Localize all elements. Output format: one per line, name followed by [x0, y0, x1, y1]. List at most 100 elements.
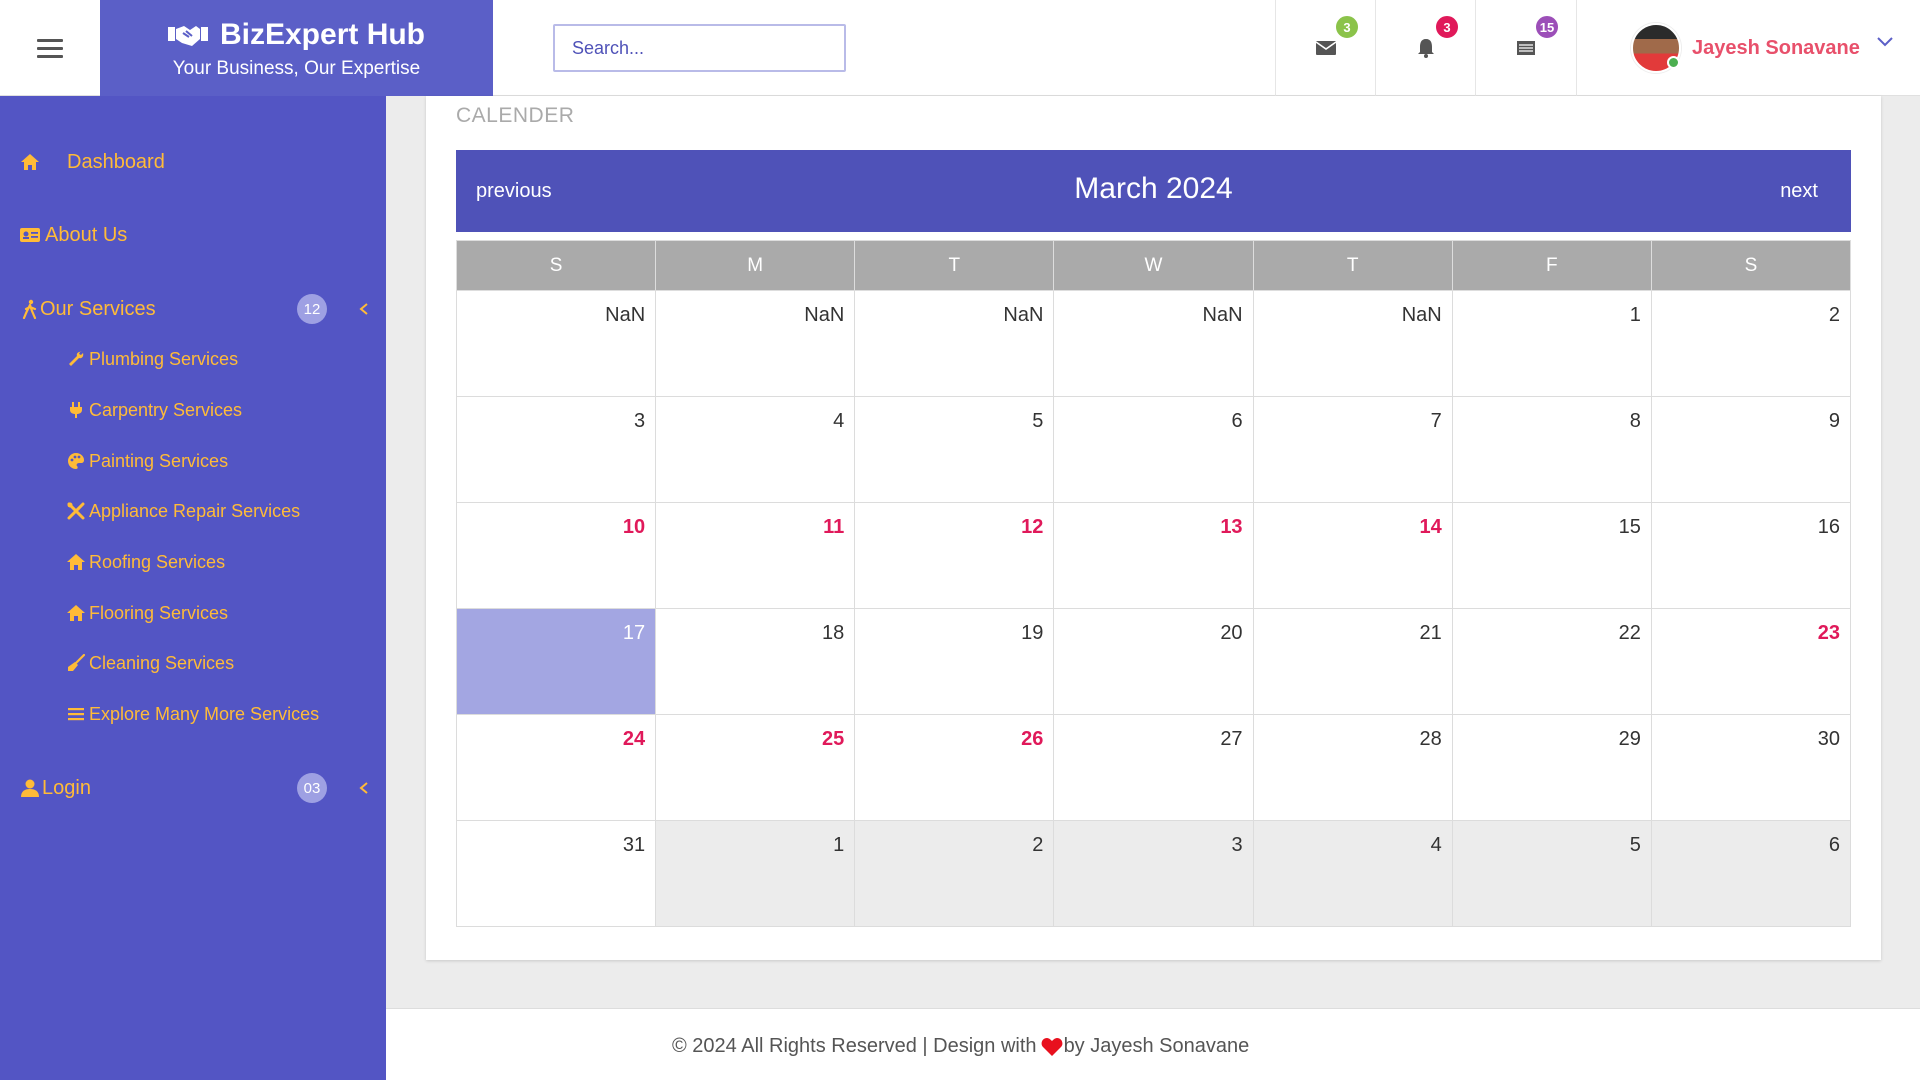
calendar-day[interactable]: 15 [1451, 502, 1652, 609]
chevron-left-icon[interactable] [358, 781, 370, 795]
sidebar: Dashboard About Us Our Services 12 Plumb… [0, 96, 386, 1080]
calendar-day[interactable]: 4 [655, 396, 856, 503]
calendar-day-other-month[interactable]: 5 [1451, 820, 1652, 927]
sidebar-item-flooring[interactable]: Flooring Services [66, 598, 228, 628]
calendar-day[interactable]: 5 [854, 396, 1055, 503]
calendar-day-other-month[interactable]: 4 [1252, 820, 1453, 927]
calendar-day[interactable]: 22 [1451, 608, 1652, 715]
notifications-badge: 3 [1434, 14, 1460, 40]
sidebar-item-label: Dashboard [67, 150, 165, 173]
calendar-day[interactable]: 9 [1650, 396, 1852, 503]
month-label: March 2024 [1074, 172, 1233, 205]
sidebar-item-more-services[interactable]: Explore Many More Services [66, 699, 319, 729]
sidebar-item-carpentry[interactable]: Carpentry Services [66, 395, 242, 425]
brand-title: BizExpert Hub [219, 18, 426, 51]
calendar-day[interactable]: 3 [455, 396, 657, 503]
sidebar-item-painting[interactable]: Painting Services [66, 446, 228, 476]
calendar-day-other-month[interactable]: 3 [1053, 820, 1254, 927]
calendar-day[interactable]: 21 [1252, 608, 1453, 715]
weekday-header: W [1053, 240, 1254, 291]
wrench-icon [66, 350, 86, 368]
calendar-day[interactable]: NaN [1252, 290, 1453, 397]
messages-badge: 3 [1334, 14, 1360, 40]
calendar-day[interactable]: 1 [1451, 290, 1652, 397]
footer-text: © 2024 All Rights Reserved | Design with… [672, 1035, 1249, 1058]
handshake-icon [167, 26, 208, 46]
sidebar-item-dashboard[interactable]: Dashboard [0, 140, 386, 184]
calendar-day[interactable]: 30 [1650, 714, 1852, 821]
services-count-badge: 12 [297, 294, 327, 324]
sidebar-item-roofing[interactable]: Roofing Services [66, 547, 225, 577]
notifications-button[interactable]: 3 [1375, 0, 1475, 96]
calendar-day[interactable]: 31 [455, 820, 657, 927]
brand-block[interactable]: BizExpert Hub Your Business, Our Experti… [100, 0, 493, 96]
search-input[interactable] [553, 24, 846, 72]
calendar-header: previous March 2024 next [456, 150, 1851, 232]
calendar-day[interactable]: 26 [854, 714, 1055, 821]
calendar-day[interactable]: 10 [455, 502, 657, 609]
calendar-day[interactable]: 19 [854, 608, 1055, 715]
calendar-day[interactable]: 2 [1650, 290, 1852, 397]
sidebar-item-plumbing[interactable]: Plumbing Services [66, 344, 238, 374]
palette-icon [66, 452, 86, 470]
footer-credit: by Jayesh Sonavane [1063, 1035, 1250, 1057]
calendar-day[interactable]: NaN [1053, 290, 1254, 397]
envelope-icon [1315, 41, 1336, 55]
calendar-day-today[interactable]: 17 [455, 608, 657, 715]
calendar-day[interactable]: NaN [655, 290, 856, 397]
calendar-day[interactable]: 27 [1053, 714, 1254, 821]
person-walking-icon [18, 298, 42, 320]
calendar-week-row: 3456789 [455, 396, 1852, 503]
calendar-day[interactable]: 6 [1053, 396, 1254, 503]
top-header: BizExpert Hub Your Business, Our Experti… [0, 0, 1920, 96]
calendar-day[interactable]: 25 [655, 714, 856, 821]
sidebar-item-about[interactable]: About Us [0, 213, 386, 257]
heart-icon [1041, 1037, 1062, 1056]
user-name: Jayesh Sonavane [1692, 36, 1860, 59]
sidebar-item-services[interactable]: Our Services 12 [0, 287, 386, 331]
sidebar-item-label: Painting Services [89, 450, 229, 471]
sidebar-item-cleaning[interactable]: Cleaning Services [66, 648, 234, 678]
sidebar-item-appliance[interactable]: Appliance Repair Services [66, 496, 300, 526]
calendar-day[interactable]: 20 [1053, 608, 1254, 715]
home-icon [18, 151, 42, 173]
tasks-badge: 15 [1534, 14, 1560, 40]
sidebar-item-login[interactable]: Login 03 [0, 766, 386, 810]
calendar-day[interactable]: 24 [455, 714, 657, 821]
weekday-row: SMTWTFS [455, 240, 1852, 291]
calendar-day-other-month[interactable]: 2 [854, 820, 1055, 927]
plug-icon [66, 401, 86, 419]
calendar-day[interactable]: 11 [655, 502, 856, 609]
sidebar-item-label: Cleaning Services [89, 652, 235, 673]
messages-button[interactable]: 3 [1275, 0, 1375, 96]
calendar-day[interactable]: 29 [1451, 714, 1652, 821]
calendar-day[interactable]: NaN [854, 290, 1055, 397]
sidebar-item-label: Explore Many More Services [89, 703, 320, 724]
calendar-day[interactable]: 8 [1451, 396, 1652, 503]
tasks-button[interactable]: 15 [1475, 0, 1575, 96]
calendar-day[interactable]: 23 [1650, 608, 1852, 715]
id-card-icon [18, 224, 42, 246]
calendar-day[interactable]: NaN [455, 290, 657, 397]
calendar-day[interactable]: 18 [655, 608, 856, 715]
user-menu[interactable]: Jayesh Sonavane [1576, 0, 1920, 96]
calendar-day[interactable]: 14 [1252, 502, 1453, 609]
hamburger-icon [37, 34, 63, 63]
weekday-header: S [1650, 240, 1852, 291]
calendar-day[interactable]: 28 [1252, 714, 1453, 821]
sidebar-item-label: Appliance Repair Services [89, 500, 301, 521]
sidebar-item-label: Login [42, 776, 91, 799]
calendar-week-row: NaN NaN NaN NaN NaN 1 2 [455, 290, 1852, 397]
calendar-day-other-month[interactable]: 6 [1650, 820, 1852, 927]
calendar-day[interactable]: 7 [1252, 396, 1453, 503]
calendar-day[interactable]: 12 [854, 502, 1055, 609]
next-month-button[interactable]: next [1780, 180, 1818, 203]
calendar-card: CALENDER previous March 2024 next SMTWTF… [426, 96, 1881, 960]
calendar-day[interactable]: 13 [1053, 502, 1254, 609]
chevron-left-icon[interactable] [358, 302, 370, 316]
user-icon [18, 777, 42, 799]
calendar-day-other-month[interactable]: 1 [655, 820, 856, 927]
chevron-down-icon[interactable] [1876, 32, 1894, 50]
menu-toggle-button[interactable] [0, 0, 100, 96]
calendar-day[interactable]: 16 [1650, 502, 1852, 609]
